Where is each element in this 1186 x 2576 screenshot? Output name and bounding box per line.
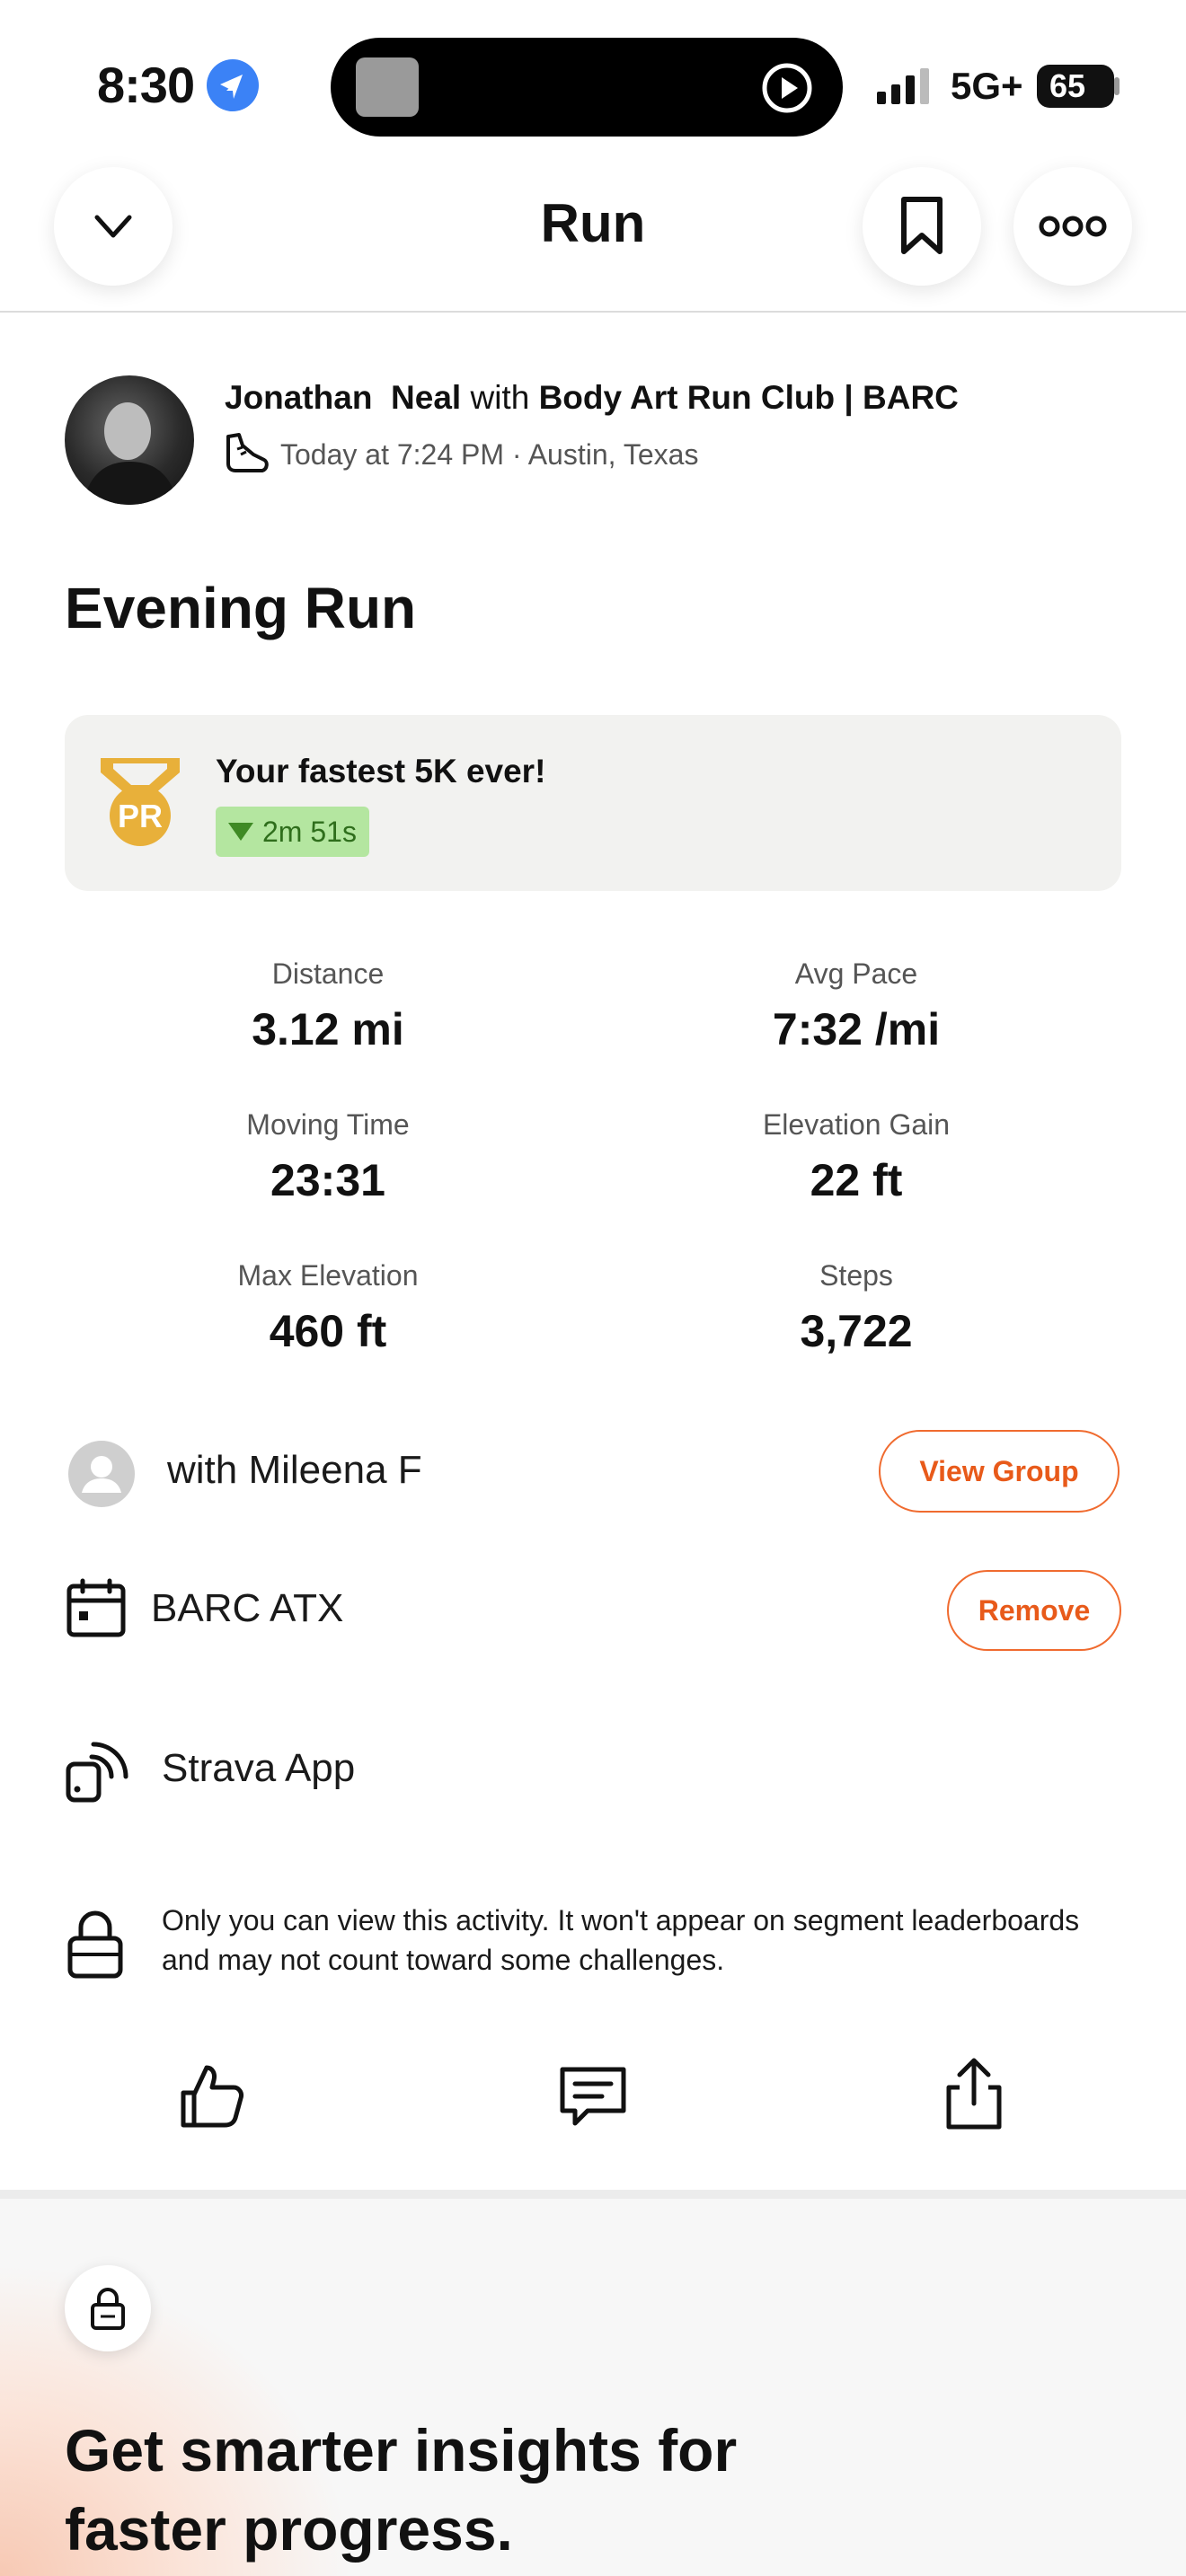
music-thumbnail xyxy=(356,57,419,117)
device-sync-icon xyxy=(65,1739,131,1804)
group-text: with Mileena F xyxy=(167,1448,422,1492)
page-title: Run xyxy=(540,193,646,253)
promo-lock-badge xyxy=(65,2265,151,2351)
stat-moving-time: Moving Time 23:31 xyxy=(103,1108,553,1206)
play-circle-icon[interactable] xyxy=(760,61,814,115)
more-button[interactable] xyxy=(1013,167,1132,286)
view-group-button[interactable]: View Group xyxy=(879,1430,1120,1513)
status-time: 8:30 xyxy=(97,57,195,113)
stat-value: 460 ft xyxy=(269,1306,387,1356)
activity-meta: Today at 7:24 PM · Austin, Texas xyxy=(280,438,699,471)
stat-value: 3.12 mi xyxy=(252,1004,404,1054)
battery-cap xyxy=(1114,77,1120,95)
event-text: BARC ATX xyxy=(151,1586,344,1630)
stat-label: Max Elevation xyxy=(237,1259,419,1292)
stat-label: Avg Pace xyxy=(794,957,918,990)
battery-level: 65 xyxy=(1049,67,1086,104)
stat-value: 3,722 xyxy=(800,1306,913,1356)
stat-label: Distance xyxy=(271,957,385,990)
stat-value: 7:32 /mi xyxy=(772,1004,941,1054)
activity-title: Evening Run xyxy=(65,576,417,640)
stat-label: Moving Time xyxy=(246,1108,410,1141)
bookmark-icon xyxy=(901,197,943,254)
pr-improvement: 2m 51s xyxy=(262,815,357,848)
athlete-name[interactable]: Jonathan Neal xyxy=(225,379,461,416)
stat-max-elevation: Max Elevation 460 ft xyxy=(103,1259,553,1357)
calendar-icon xyxy=(65,1577,128,1640)
down-triangle-icon xyxy=(228,823,253,841)
privacy-notice: Only you can view this activity. It won'… xyxy=(162,1904,1080,1976)
stat-value: 23:31 xyxy=(270,1155,385,1205)
user-placeholder-icon xyxy=(68,1441,135,1507)
pr-title: Your fastest 5K ever! xyxy=(216,753,546,790)
stat-steps: Steps 3,722 xyxy=(632,1259,1081,1357)
stat-distance: Distance 3.12 mi xyxy=(103,957,553,1055)
signal-bars-icon xyxy=(875,66,938,106)
more-icon xyxy=(1039,216,1107,237)
stat-label: Steps xyxy=(819,1259,893,1292)
lock-icon xyxy=(66,1908,124,1980)
promo-title: Get smarter insights for faster progress… xyxy=(65,2417,738,2563)
with-word: with xyxy=(470,379,530,416)
stat-label: Elevation Gain xyxy=(762,1108,951,1141)
shoe-icon xyxy=(223,431,270,476)
pr-card[interactable] xyxy=(65,715,1121,891)
location-arrow-icon xyxy=(207,59,259,111)
lock-icon xyxy=(91,2288,125,2330)
pr-medal-icon: PR xyxy=(97,754,183,850)
like-icon[interactable] xyxy=(176,2060,248,2132)
battery-icon: 65 xyxy=(1037,65,1114,108)
device-text: Strava App xyxy=(162,1746,356,1790)
club-name[interactable]: Body Art Run Club | BARC xyxy=(539,379,959,416)
stat-value: 22 ft xyxy=(810,1155,903,1205)
pr-medal-text: PR xyxy=(118,798,163,834)
section-divider xyxy=(0,2190,1186,2199)
athlete-avatar[interactable] xyxy=(65,375,194,505)
network-type: 5G+ xyxy=(951,65,1023,107)
share-icon[interactable] xyxy=(938,2057,1010,2130)
stat-elevation-gain: Elevation Gain 22 ft xyxy=(632,1108,1081,1206)
pr-improvement-badge: 2m 51s xyxy=(216,807,369,857)
bookmark-button[interactable] xyxy=(863,167,981,286)
stat-avg-pace: Avg Pace 7:32 /mi xyxy=(632,957,1081,1055)
comment-icon[interactable] xyxy=(557,2060,629,2132)
athlete-line: Jonathan Neal with Body Art Run Club | B… xyxy=(225,379,959,417)
header-divider xyxy=(0,311,1186,313)
remove-button[interactable]: Remove xyxy=(947,1570,1121,1651)
